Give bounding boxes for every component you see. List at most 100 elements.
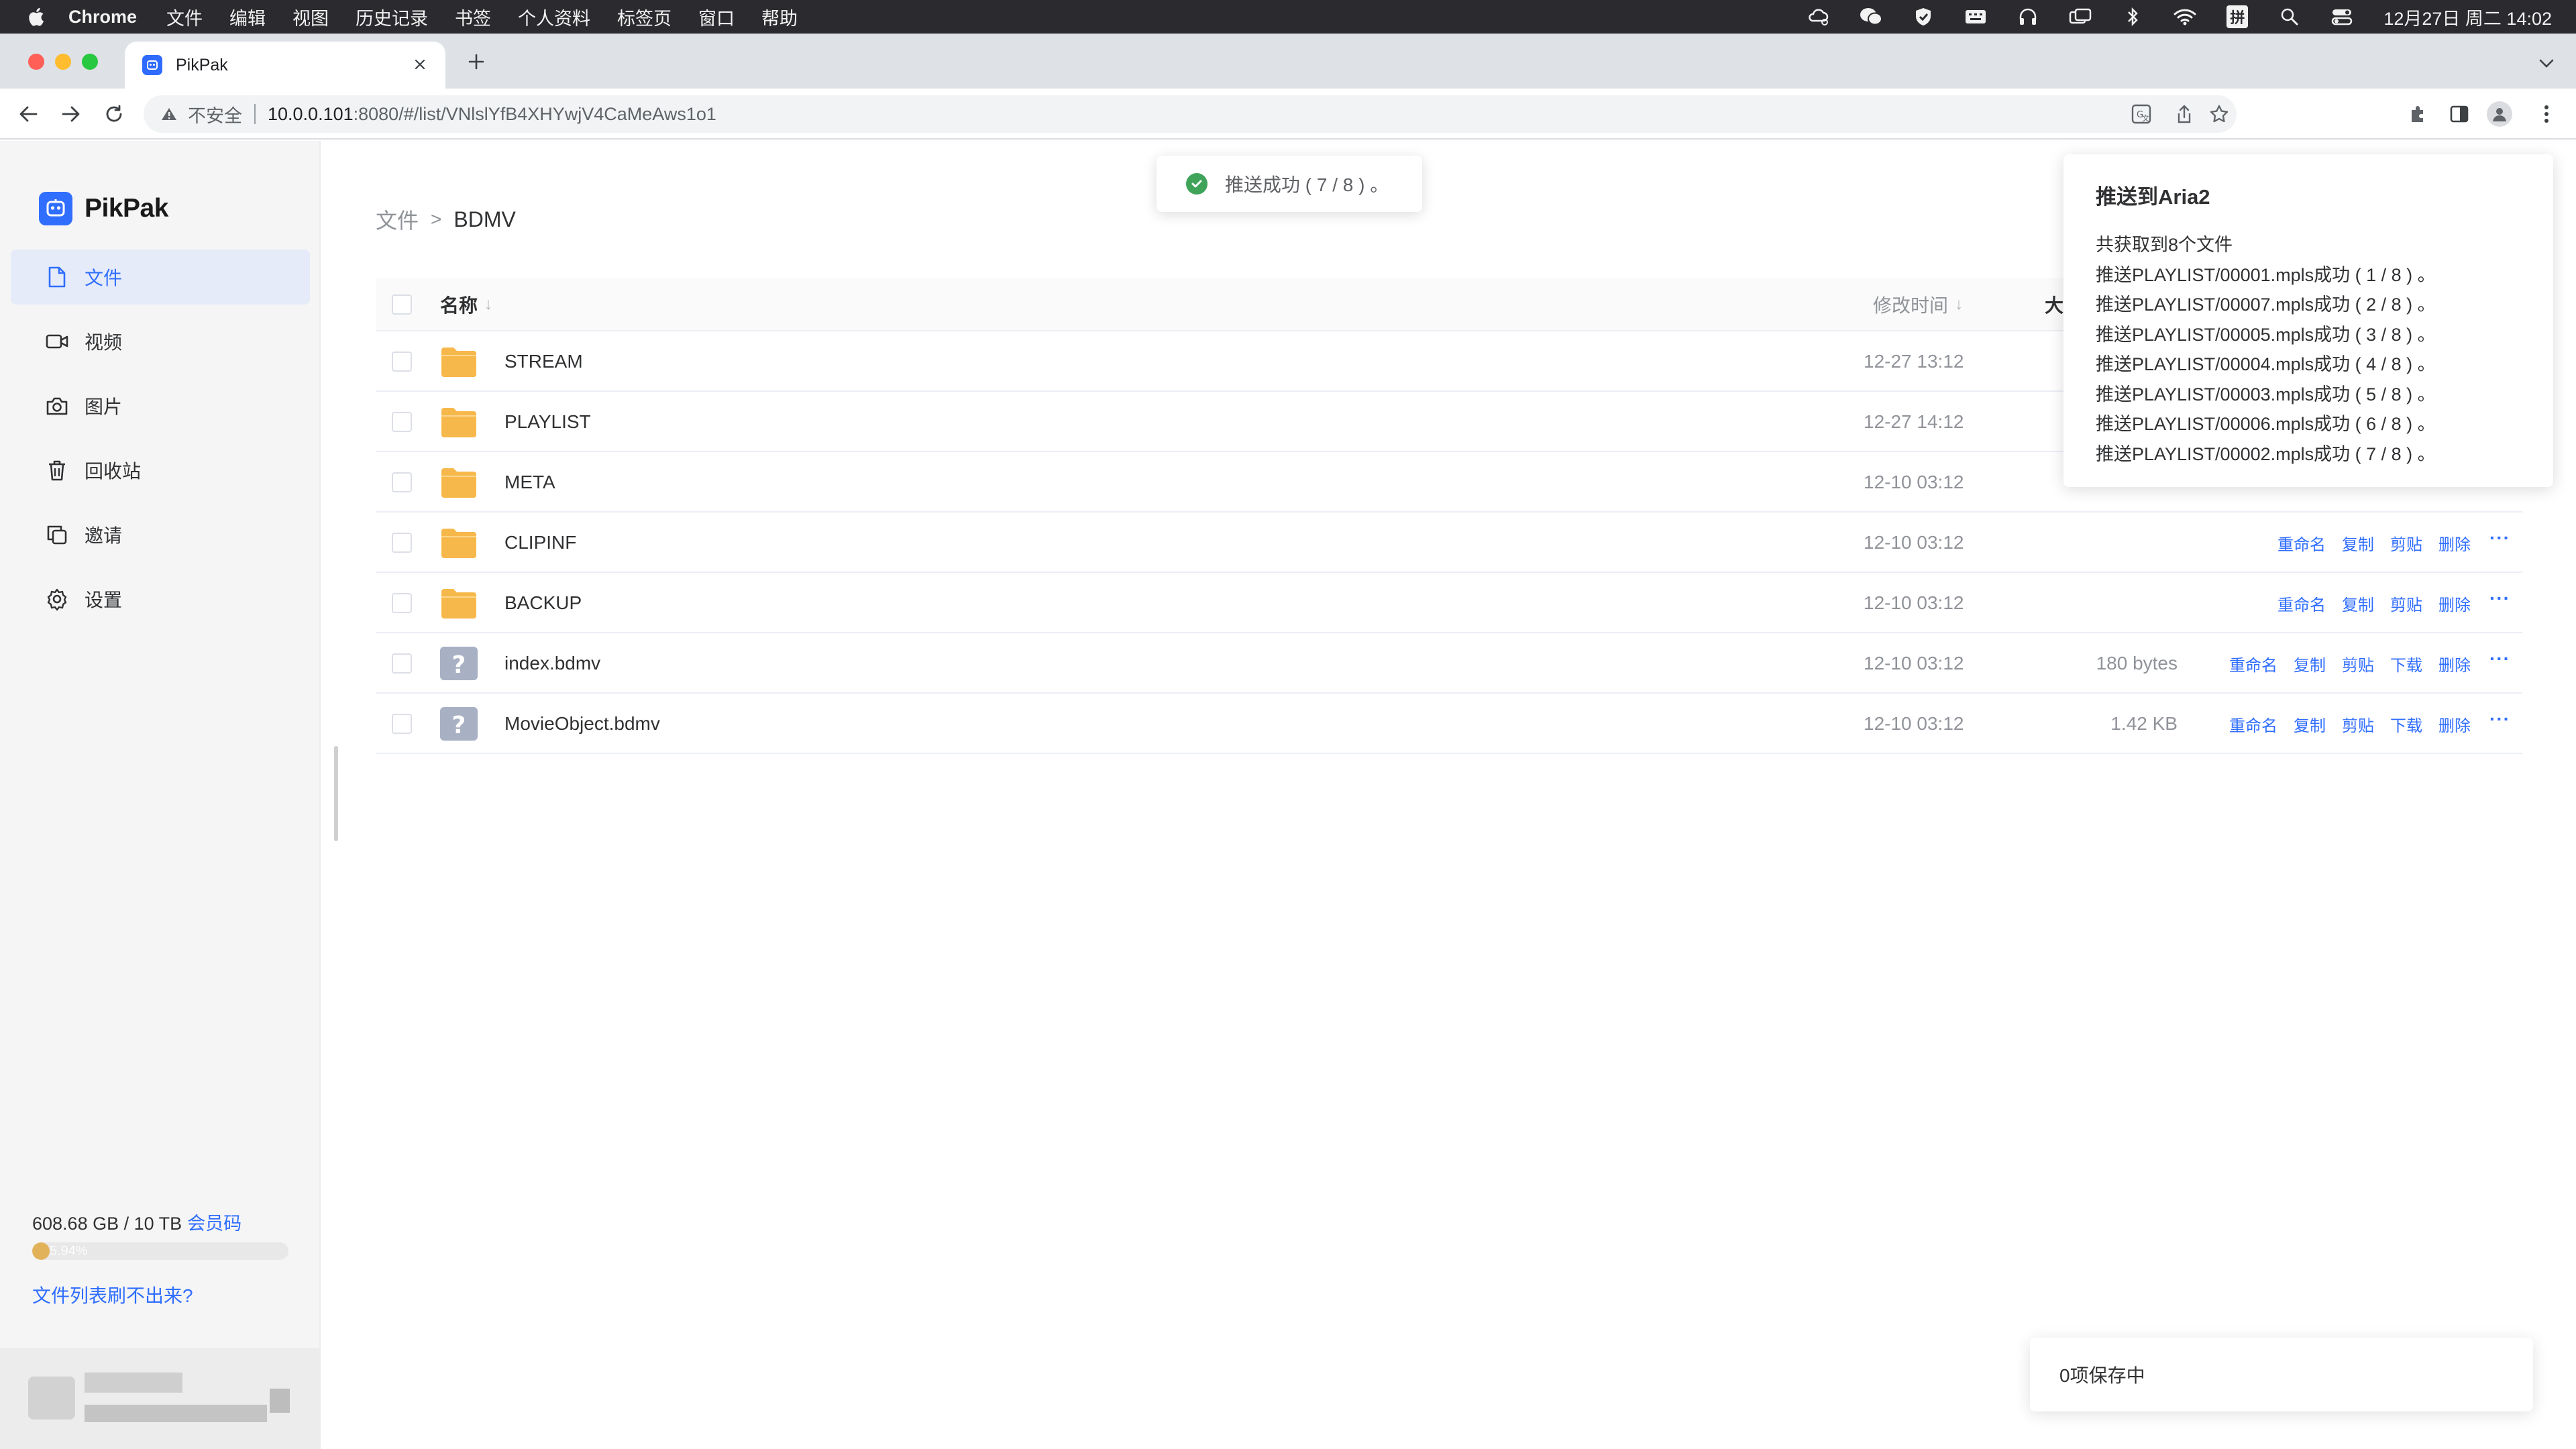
wifi-icon[interactable]: [2171, 7, 2198, 27]
rename-button[interactable]: 重命名: [2229, 652, 2277, 676]
sidebar-item-settings[interactable]: 设置: [11, 572, 310, 627]
file-name[interactable]: index.bdmv: [504, 633, 600, 694]
menu-edit[interactable]: 编辑: [229, 4, 266, 30]
table-row[interactable]: ? MovieObject.bdmv 12-10 03:12 1.42 KB 重…: [376, 694, 2522, 754]
row-checkbox[interactable]: [392, 352, 412, 372]
menu-help[interactable]: 帮助: [761, 4, 798, 30]
translate-icon[interactable]: G文: [2128, 95, 2155, 133]
file-name[interactable]: PLAYLIST: [504, 392, 591, 452]
file-name[interactable]: MovieObject.bdmv: [504, 694, 660, 754]
menu-app-name[interactable]: Chrome: [68, 7, 137, 28]
menu-bar-clock[interactable]: 12月27日 周二 14:02: [2383, 4, 2552, 30]
delete-button[interactable]: 删除: [2438, 531, 2471, 555]
chrome-menu-kebab-icon[interactable]: [2533, 101, 2560, 127]
share-icon[interactable]: [2171, 95, 2198, 133]
side-panel-icon[interactable]: [2446, 101, 2473, 127]
delete-button[interactable]: 删除: [2438, 712, 2471, 736]
select-all-checkbox[interactable]: [392, 294, 412, 315]
menu-file[interactable]: 文件: [166, 4, 203, 30]
back-arrow-icon[interactable]: [15, 101, 42, 127]
sidebar-item-invite[interactable]: 邀请: [11, 507, 310, 562]
tab-search-chevron-icon[interactable]: [2534, 51, 2559, 75]
row-checkbox[interactable]: [392, 593, 412, 613]
menu-history[interactable]: 历史记录: [356, 4, 428, 30]
control-center-icon[interactable]: [2328, 7, 2355, 27]
delete-button[interactable]: 删除: [2438, 592, 2471, 615]
security-label[interactable]: 不安全: [188, 101, 242, 127]
breadcrumb-root[interactable]: 文件: [376, 204, 419, 235]
spotlight-search-icon[interactable]: [2276, 7, 2303, 27]
list-not-loading-help-link[interactable]: 文件列表刷不出来?: [32, 1281, 193, 1308]
copy-button[interactable]: 复制: [2294, 712, 2326, 736]
rename-button[interactable]: 重命名: [2277, 592, 2326, 615]
sidebar-item-images[interactable]: 图片: [11, 378, 310, 433]
more-actions-button[interactable]: ···: [2489, 648, 2510, 669]
bluetooth-icon[interactable]: [2119, 7, 2146, 27]
rename-button[interactable]: 重命名: [2229, 712, 2277, 736]
copy-button[interactable]: 复制: [2342, 592, 2374, 615]
rename-button[interactable]: 重命名: [2277, 531, 2326, 555]
row-checkbox[interactable]: [392, 714, 412, 734]
file-name[interactable]: META: [504, 452, 555, 513]
profile-avatar-icon[interactable]: [2486, 101, 2513, 127]
column-header-size[interactable]: 大: [2045, 278, 2063, 331]
window-minimize-button[interactable]: [55, 54, 71, 70]
sidebar-item-trash[interactable]: 回收站: [11, 443, 310, 498]
copy-button[interactable]: 复制: [2342, 531, 2374, 555]
menu-window[interactable]: 窗口: [698, 4, 735, 30]
file-name[interactable]: BACKUP: [504, 573, 582, 633]
new-tab-plus-icon[interactable]: [463, 48, 490, 75]
forward-arrow-icon[interactable]: [58, 101, 85, 127]
column-header-name[interactable]: 名称 ↓: [440, 278, 492, 331]
row-checkbox[interactable]: [392, 412, 412, 432]
file-name[interactable]: STREAM: [504, 331, 583, 392]
headphones-icon[interactable]: [2015, 7, 2041, 27]
menu-bookmarks[interactable]: 书签: [455, 4, 491, 30]
table-row[interactable]: ? index.bdmv 12-10 03:12 180 bytes 重命名 复…: [376, 633, 2522, 694]
cut-button[interactable]: 剪贴: [2342, 712, 2374, 736]
more-actions-button[interactable]: ···: [2489, 588, 2510, 609]
user-account-panel[interactable]: [0, 1348, 319, 1449]
input-method-icon[interactable]: 拼: [2224, 5, 2251, 28]
weather-icon[interactable]: [1805, 7, 1832, 27]
column-header-mtime[interactable]: 修改时间 ↓: [1873, 278, 1963, 331]
menu-profiles[interactable]: 个人资料: [518, 4, 590, 30]
table-row[interactable]: BACKUP 12-10 03:12 重命名 复制 剪贴 删除 ···: [376, 573, 2522, 633]
address-bar[interactable]: 不安全 10.0.0.101 :8080/#/list/VNlslYfB4XHY…: [144, 95, 2237, 133]
copy-button[interactable]: 复制: [2294, 652, 2326, 676]
brand-logo[interactable]: PikPak: [39, 192, 168, 225]
screen-mirroring-icon[interactable]: [2067, 7, 2094, 27]
apple-logo-icon[interactable]: [25, 5, 46, 28]
keyboard-icon[interactable]: [1962, 7, 1989, 27]
menu-tabs[interactable]: 标签页: [617, 4, 672, 30]
sidebar-resize-handle[interactable]: [334, 746, 338, 841]
bookmark-star-icon[interactable]: [2206, 95, 2233, 133]
reload-icon[interactable]: [101, 101, 127, 127]
more-actions-button[interactable]: ···: [2489, 708, 2510, 730]
sidebar-item-files[interactable]: 文件: [11, 250, 310, 305]
extensions-puzzle-icon[interactable]: [2404, 101, 2431, 127]
row-checkbox[interactable]: [392, 472, 412, 492]
delete-button[interactable]: 删除: [2438, 652, 2471, 676]
window-zoom-button[interactable]: [82, 54, 98, 70]
more-actions-button[interactable]: ···: [2489, 527, 2510, 549]
warning-triangle-icon[interactable]: [160, 105, 178, 123]
cut-button[interactable]: 剪贴: [2390, 592, 2422, 615]
row-checkbox[interactable]: [392, 533, 412, 553]
file-name[interactable]: CLIPINF: [504, 513, 576, 573]
window-close-button[interactable]: [28, 54, 44, 70]
menu-view[interactable]: 视图: [292, 4, 329, 30]
sidebar-item-videos[interactable]: 视频: [11, 314, 310, 369]
table-row[interactable]: CLIPINF 12-10 03:12 重命名 复制 剪贴 删除 ···: [376, 513, 2522, 573]
row-checkbox[interactable]: [392, 653, 412, 674]
wechat-icon[interactable]: [1858, 7, 1884, 27]
download-button[interactable]: 下载: [2390, 712, 2422, 736]
row-actions: 重命名 复制 剪贴 下载 删除 ···: [2213, 633, 2510, 694]
shield-icon[interactable]: [1910, 7, 1937, 27]
browser-tab-pikpak[interactable]: PikPak: [125, 42, 445, 89]
tab-close-icon[interactable]: [409, 54, 431, 75]
vip-code-link[interactable]: 会员码: [187, 1214, 241, 1234]
cut-button[interactable]: 剪贴: [2342, 652, 2374, 676]
cut-button[interactable]: 剪贴: [2390, 531, 2422, 555]
download-button[interactable]: 下载: [2390, 652, 2422, 676]
